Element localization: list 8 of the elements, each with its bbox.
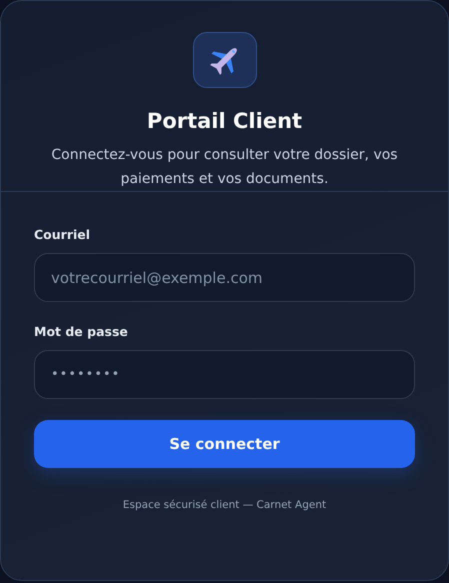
password-field[interactable]: ••••••••	[34, 350, 415, 399]
footer-text: Espace sécurisé client — Carnet Agent	[122, 499, 328, 511]
page-title: Portail Client	[146, 108, 302, 135]
subtitle: Connectez-vous pour consulter votre dossier, vos paiements et vos documents.	[50, 146, 399, 189]
field-label: Courriel	[34, 226, 92, 244]
field-label: Mot de passe	[34, 323, 129, 341]
email-field[interactable]: votrecourriel@exemple.com	[34, 253, 415, 302]
login-button[interactable]: Se connecter	[34, 420, 415, 468]
